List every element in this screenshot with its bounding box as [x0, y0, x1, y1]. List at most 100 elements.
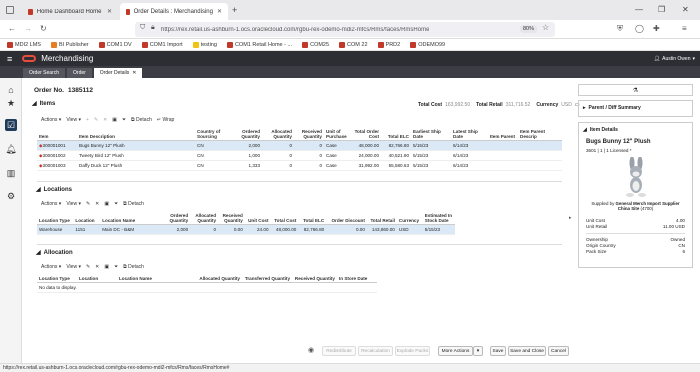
address-bar[interactable]: https://rex.retail.us-ashburn-1.ocs.orac… — [135, 22, 555, 37]
add-icon[interactable]: + — [86, 117, 89, 123]
panel-tab-context[interactable]: ⚗ — [578, 84, 693, 96]
tab-order-search[interactable]: Order Search — [23, 68, 66, 78]
view-menu[interactable]: View ▾ — [66, 264, 81, 270]
bookmark-item[interactable]: testing — [189, 41, 221, 48]
detach-button[interactable]: ⧉ Detach — [123, 264, 144, 270]
items-section-title[interactable]: ◢ Items — [32, 100, 55, 108]
collapse-triangle-icon[interactable]: ◢ — [32, 100, 37, 107]
item-link[interactable]: ◆300001002 — [37, 150, 77, 161]
col-ordered-qty: Ordered Quantity — [230, 128, 262, 141]
divider — [37, 181, 562, 182]
zoom-level[interactable]: 80% — [520, 25, 538, 33]
bookmark-item[interactable]: COM1 Retail Home - ... — [223, 41, 296, 48]
delete-icon[interactable]: ✕ — [95, 201, 99, 207]
hamburger-menu-icon[interactable]: ≡ — [7, 54, 12, 64]
panel-splitter-handle[interactable]: ▸ — [569, 215, 574, 225]
table-row[interactable]: ◆300001003 Daffy Duck 12" Plush CN 1,333 0… — [37, 160, 562, 171]
new-tab-icon[interactable]: + — [232, 5, 237, 15]
forward-icon[interactable]: → — [24, 24, 32, 33]
bookmark-item[interactable]: BI Publisher — [47, 41, 93, 48]
wrap-button[interactable]: ↵ Wrap — [157, 117, 174, 123]
col-item-description: Item Description — [77, 128, 195, 141]
window-close-icon[interactable]: ✕ — [682, 5, 689, 14]
freeze-icon[interactable]: ▣ — [104, 201, 109, 207]
lock-icon[interactable]: 🔒︎ — [151, 24, 155, 32]
actions-menu[interactable]: Actions ▾ — [41, 201, 61, 207]
filter-icon[interactable]: ⏷ — [114, 201, 118, 207]
item-details-panel: ◢ Item Details Bugs Bunny 12" Plush 3601 … — [578, 122, 693, 268]
delete-icon[interactable]: ✕ — [103, 117, 107, 123]
item-link[interactable]: ◆300001001 — [37, 140, 77, 151]
reload-icon[interactable]: ↻ — [40, 24, 47, 33]
close-tab-icon[interactable]: ✕ — [217, 8, 222, 15]
delete-icon[interactable]: ✕ — [95, 264, 99, 270]
actions-menu[interactable]: Actions ▾ — [41, 264, 61, 270]
account-icon[interactable]: ◯ — [635, 24, 644, 33]
bookmark-item[interactable]: COM 22 — [335, 41, 371, 48]
tasks-icon[interactable]: ☑ — [5, 119, 17, 131]
allocation-section-title[interactable]: ◢ Allocation — [36, 249, 73, 257]
bookmark-star-icon[interactable]: ☆ — [542, 23, 549, 32]
home-icon[interactable]: ⌂ — [5, 84, 17, 96]
shield-icon[interactable]: ⛉ — [140, 24, 145, 32]
oracle-favicon-icon — [126, 8, 130, 15]
filter-icon[interactable]: ⏷ — [114, 264, 118, 270]
cancel-button[interactable]: Cancel — [548, 346, 569, 356]
edit-icon[interactable]: ✎ — [86, 201, 90, 207]
edit-icon[interactable]: ✎ — [94, 117, 98, 123]
bookmark-item[interactable]: COM25 — [298, 41, 333, 48]
notifications-icon[interactable]: 🔔︎ — [5, 143, 17, 155]
tab-order-details[interactable]: Order Details ✕ — [93, 68, 143, 78]
item-link[interactable]: ◆300001003 — [37, 160, 77, 171]
favorites-star-icon[interactable]: ★ — [5, 97, 17, 109]
user-menu[interactable]: 👤︎ Austin Owen ▾ — [654, 56, 695, 62]
parent-diff-summary-header[interactable]: ▸ Parent / Diff Summary — [578, 100, 693, 117]
freeze-icon[interactable]: ▣ — [104, 264, 109, 270]
extensions-icon[interactable]: ✚ — [653, 24, 660, 33]
table-row[interactable]: Warehouse 1151 Main DC - B&M 2,000 0 0.00 24… — [37, 224, 455, 235]
help-icon[interactable]: ◉ — [308, 346, 314, 354]
bookmark-item[interactable]: MDI2 LMS — [3, 41, 45, 48]
edit-icon[interactable]: ✎ — [86, 264, 90, 270]
save-button[interactable]: Save — [490, 346, 506, 356]
locations-toolbar: Actions ▾ View ▾ ✎ ✕ ▣ ⏷ ⧉ Detach — [41, 201, 144, 207]
detach-button[interactable]: ⧉ Detach — [131, 117, 152, 123]
oracle-logo-icon — [22, 55, 37, 62]
collapse-triangle-icon[interactable]: ◢ — [36, 186, 41, 193]
redistribute-button[interactable]: Redistribute — [322, 346, 356, 356]
back-icon[interactable]: ← — [8, 24, 16, 33]
browser-tab-home[interactable]: Home Dashboard Home Dashb ✕ — [22, 3, 118, 20]
explode-packs-button[interactable]: Explode Packs — [395, 346, 430, 356]
tab-overview-icon[interactable] — [6, 6, 14, 14]
recalculation-button[interactable]: Recalculation — [358, 346, 393, 356]
view-menu[interactable]: View ▾ — [66, 201, 81, 207]
table-row[interactable]: ◆300001001 Bugs Bunny 12" Plush CN 2,000 0… — [37, 140, 562, 151]
settings-gear-icon[interactable]: ⚙ — [5, 190, 17, 202]
table-row[interactable]: ◆300001002 Tweety Bird 12" Plush CN 1,000… — [37, 150, 562, 161]
filter-icon[interactable]: ⏷ — [122, 117, 126, 123]
locations-table: Location Type Location Location Name Ord… — [37, 212, 455, 235]
view-menu[interactable]: View ▾ — [66, 117, 81, 123]
reports-icon[interactable]: ▥ — [5, 167, 17, 179]
bookmark-item[interactable]: ODEMO99 — [406, 41, 449, 48]
browser-tab-order-details[interactable]: Order Details : Merchandising ✕ — [120, 3, 228, 20]
maximize-icon[interactable]: ❐ — [658, 5, 665, 14]
tab-order[interactable]: Order — [67, 68, 92, 78]
close-tab-icon[interactable]: ✕ — [107, 8, 112, 15]
detach-button[interactable]: ⧉ Detach — [123, 201, 144, 207]
save-and-close-button[interactable]: Save and Close — [508, 346, 546, 356]
more-actions-dropdown[interactable]: ▾ — [473, 346, 483, 356]
collapse-triangle-icon[interactable]: ◢ — [36, 249, 41, 256]
actions-menu[interactable]: Actions ▾ — [41, 117, 61, 123]
minimize-icon[interactable]: — — [635, 5, 643, 14]
bookmark-item[interactable]: COM1 DV — [95, 41, 136, 48]
locations-section-title[interactable]: ◢ Locations — [36, 186, 72, 194]
bookmark-item[interactable]: PRD2 — [374, 41, 405, 48]
item-details-header[interactable]: ◢ Item Details — [579, 123, 692, 137]
freeze-icon[interactable]: ▣ — [112, 117, 117, 123]
shield-check-icon[interactable]: ⛨ — [617, 24, 623, 34]
more-actions-button[interactable]: More Actions — [438, 346, 473, 356]
bookmark-item[interactable]: COM1 Import — [138, 41, 187, 48]
menu-icon[interactable]: ≡ — [682, 24, 687, 33]
close-icon[interactable]: ✕ — [132, 70, 136, 76]
